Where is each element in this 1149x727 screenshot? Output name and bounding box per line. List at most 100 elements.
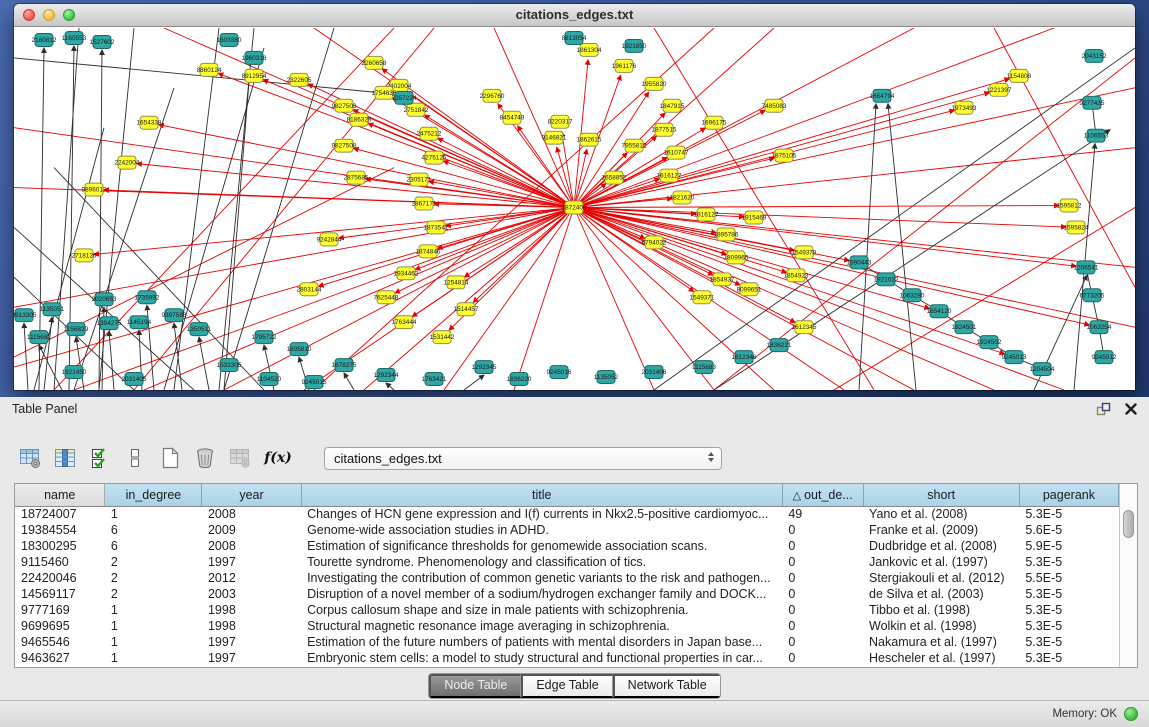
graph-node[interactable]: 1821620 bbox=[670, 191, 695, 204]
graph-node[interactable]: 2322605 bbox=[287, 73, 312, 86]
graph-node[interactable]: 1612345 bbox=[792, 321, 817, 334]
table-cell[interactable]: Estimation of the future numbers of pati… bbox=[301, 634, 782, 650]
table-cell[interactable]: 49 bbox=[782, 506, 863, 522]
table-cell[interactable]: Jankovic et al. (1997) bbox=[863, 554, 1019, 570]
graph-node[interactable]: 1206541 bbox=[1074, 261, 1099, 274]
network-graph[interactable]: 1872400226065824020042751842247521242751… bbox=[14, 28, 1135, 390]
graph-node[interactable]: 1872400 bbox=[562, 201, 587, 214]
graph-node[interactable]: 1595824 bbox=[1064, 221, 1089, 234]
graph-node[interactable]: 1895786 bbox=[714, 228, 739, 241]
column-header-out_de[interactable]: △out_de... bbox=[782, 484, 863, 506]
graph-node[interactable]: 1595812 bbox=[1057, 199, 1082, 212]
memory-indicator[interactable] bbox=[1124, 707, 1138, 721]
graph-node[interactable]: 8454749 bbox=[500, 111, 525, 124]
graph-node[interactable]: 9245016 bbox=[547, 366, 572, 379]
graph-node[interactable]: 1350511 bbox=[187, 323, 212, 336]
graph-node[interactable]: 1063254 bbox=[1087, 321, 1112, 334]
table-cell[interactable]: 0 bbox=[782, 570, 863, 586]
graph-node[interactable]: 7485083 bbox=[762, 99, 787, 112]
close-window-button[interactable] bbox=[23, 9, 35, 21]
minimize-window-button[interactable] bbox=[43, 9, 55, 21]
graph-node[interactable]: 8912954 bbox=[242, 69, 267, 82]
table-row[interactable]: 1830029562008Estimation of significance … bbox=[15, 538, 1119, 554]
graph-node[interactable]: 9397588 bbox=[162, 309, 187, 322]
table-row[interactable]: 1872400712008Changes of HCN gene express… bbox=[15, 506, 1119, 522]
graph-node[interactable]: 1654120 bbox=[927, 305, 952, 318]
table-cell[interactable]: 5.3E-5 bbox=[1019, 554, 1118, 570]
graph-node[interactable]: 8813054 bbox=[562, 31, 587, 44]
table-cell[interactable]: Disruption of a novel member of a sodium… bbox=[301, 586, 782, 602]
graph-node[interactable]: 1292345 bbox=[472, 361, 497, 374]
graph-node[interactable]: 1156829 bbox=[64, 323, 89, 336]
column-header-in_degree[interactable]: in_degree bbox=[105, 484, 202, 506]
table-cell[interactable]: Estimation of significance thresholds fo… bbox=[301, 538, 782, 554]
table-cell[interactable]: 1997 bbox=[202, 554, 301, 570]
graph-node[interactable]: 1221397 bbox=[987, 83, 1012, 96]
table-selector-dropdown[interactable]: citations_edges.txt bbox=[324, 447, 722, 470]
graph-node[interactable]: 1924502 bbox=[977, 336, 1002, 349]
graph-node[interactable]: 2305171 bbox=[407, 173, 432, 186]
table-cell[interactable]: 19384554 bbox=[15, 522, 105, 538]
table-cell[interactable]: Corpus callosum shape and size in male p… bbox=[301, 602, 782, 618]
table-cell[interactable]: 2003 bbox=[202, 586, 301, 602]
table-cell[interactable]: 6 bbox=[105, 522, 202, 538]
table-cell[interactable]: 2012 bbox=[202, 570, 301, 586]
graph-node[interactable]: 1874846 bbox=[416, 245, 441, 258]
graph-node[interactable]: 2296760 bbox=[480, 89, 505, 102]
table-cell[interactable]: Embryonic stem cells: a model to study s… bbox=[301, 650, 782, 666]
graph-node[interactable]: 1763421 bbox=[422, 373, 447, 386]
graph-node[interactable]: 9245015 bbox=[302, 376, 327, 389]
table-cell[interactable]: 5.3E-5 bbox=[1019, 586, 1118, 602]
table-row[interactable]: 1456911722003Disruption of a novel membe… bbox=[15, 586, 1119, 602]
graph-node[interactable]: 1735992 bbox=[135, 291, 160, 304]
table-cell[interactable]: 14569117 bbox=[15, 586, 105, 602]
graph-node[interactable]: 1847915 bbox=[660, 99, 685, 112]
graph-node[interactable]: 1921022 bbox=[874, 273, 899, 286]
table-cell[interactable]: 0 bbox=[782, 618, 863, 634]
graph-node[interactable]: 1836220 bbox=[507, 373, 532, 386]
graph-node[interactable]: 2043152 bbox=[1082, 49, 1107, 62]
table-mode-button[interactable] bbox=[16, 444, 44, 472]
graph-node[interactable]: 2867171 bbox=[412, 197, 437, 210]
graph-node[interactable]: 1854937 bbox=[710, 273, 735, 286]
graph-node[interactable]: 2242004 bbox=[115, 156, 140, 169]
table-cell[interactable]: 0 bbox=[782, 602, 863, 618]
table-row[interactable]: 911546021997Tourette syndrome. Phenomeno… bbox=[15, 554, 1119, 570]
table-cell[interactable]: Stergiakouli et al. (2012) bbox=[863, 570, 1019, 586]
table-cell[interactable]: Dudbridge et al. (2008) bbox=[863, 538, 1019, 554]
graph-node[interactable]: 9827503 bbox=[332, 99, 357, 112]
table-cell[interactable]: 18724007 bbox=[15, 506, 105, 522]
graph-node[interactable]: 9827508 bbox=[332, 139, 357, 152]
graph-node[interactable]: 1394275 bbox=[97, 317, 122, 330]
graph-node[interactable]: 9245012 bbox=[1092, 351, 1117, 364]
graph-node[interactable]: 2020653 bbox=[92, 293, 117, 306]
graph-node[interactable]: 1135051 bbox=[40, 303, 65, 316]
column-header-title[interactable]: title bbox=[301, 484, 782, 506]
table-cell[interactable]: 9777169 bbox=[15, 602, 105, 618]
table-cell[interactable]: 1998 bbox=[202, 602, 301, 618]
graph-node[interactable]: 7955812 bbox=[622, 139, 647, 152]
table-cell[interactable]: 0 bbox=[782, 586, 863, 602]
graph-node[interactable]: 1115683 bbox=[692, 361, 716, 374]
graph-node[interactable]: 1836221 bbox=[767, 339, 792, 352]
zoom-window-button[interactable] bbox=[63, 9, 75, 21]
graph-node[interactable]: 1527602 bbox=[90, 35, 115, 48]
graph-node[interactable]: 6794022 bbox=[642, 236, 667, 249]
graph-node[interactable]: 1549371 bbox=[690, 291, 715, 304]
table-scrollbar[interactable] bbox=[1119, 484, 1137, 667]
graph-node[interactable]: 1658852 bbox=[602, 171, 627, 184]
graph-node[interactable]: 1664794 bbox=[870, 89, 895, 102]
graph-node[interactable]: 1610747 bbox=[664, 146, 689, 159]
graph-node[interactable]: 7357224 bbox=[392, 91, 417, 104]
graph-node[interactable]: 1254814 bbox=[444, 276, 469, 289]
graph-node[interactable]: 1678275 bbox=[332, 359, 357, 372]
graph-node[interactable]: 1104520 bbox=[257, 373, 282, 386]
table-cell[interactable]: de Silva et al. (2003) bbox=[863, 586, 1019, 602]
graph-node[interactable]: 1990443 bbox=[847, 256, 872, 269]
table-cell[interactable]: 1 bbox=[105, 634, 202, 650]
graph-node[interactable]: 1204504 bbox=[1030, 363, 1055, 376]
import-table-button[interactable] bbox=[226, 444, 254, 472]
graph-node[interactable]: 1877515 bbox=[652, 123, 677, 136]
graph-node[interactable]: 1915469 bbox=[742, 211, 767, 224]
column-header-short[interactable]: short bbox=[863, 484, 1019, 506]
